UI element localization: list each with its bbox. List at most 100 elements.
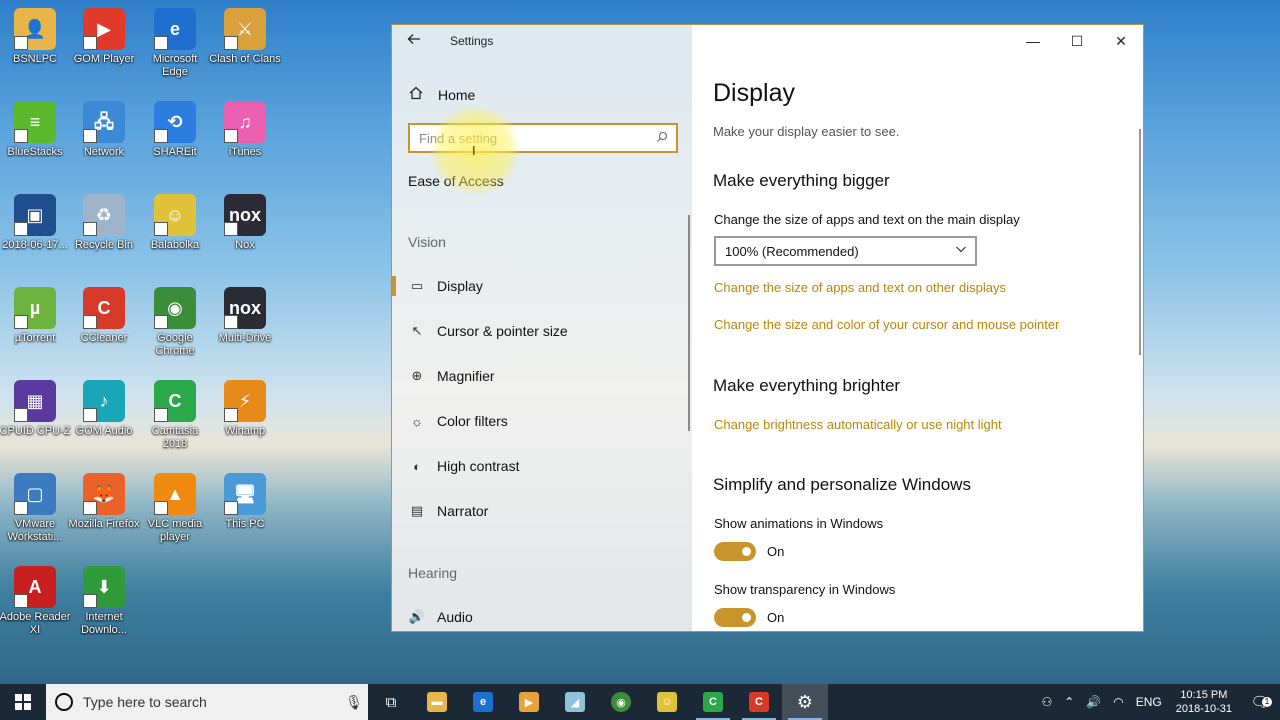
close-button[interactable]: ✕ — [1099, 25, 1143, 57]
desktop-icon-label: Adobe Reader XI — [0, 611, 71, 636]
taskbar-search-input[interactable] — [83, 694, 340, 710]
clock[interactable]: 10:15 PM 2018-10-31 — [1168, 688, 1240, 716]
desktop-icon[interactable]: ☺ Balabolka — [139, 194, 211, 252]
app-icon: e — [154, 8, 196, 50]
nav-item-color-filters[interactable]: ☼ Color filters — [392, 403, 692, 439]
desktop-icon-label: Mozilla Firefox — [68, 518, 140, 530]
language-indicator[interactable]: ENG — [1130, 695, 1168, 709]
chevron-down-icon — [955, 243, 967, 258]
system-tray: ⚇ ⌃ 🔊 ◠ ENG 10:15 PM 2018-10-31 🗨 1 — [1035, 684, 1280, 720]
desktop-icon-label: iTunes — [228, 146, 262, 158]
find-setting-search-box[interactable] — [408, 123, 678, 153]
search-icon[interactable] — [656, 131, 676, 146]
desktop-icon-label: Google Chrome — [155, 332, 195, 357]
volume-icon[interactable]: 🔊 — [1080, 695, 1107, 709]
app-icon: nox — [224, 194, 266, 236]
nav-item-display[interactable]: ▭ Display — [392, 268, 692, 304]
taskbar-camtasia[interactable]: C — [690, 684, 736, 720]
wifi-icon[interactable]: ◠ — [1107, 695, 1129, 709]
chevron-up-icon[interactable]: ⌃ — [1058, 695, 1080, 709]
desktop-icon[interactable]: ▶ GOM Player — [68, 8, 140, 66]
people-icon[interactable]: ⚇ — [1035, 695, 1058, 709]
taskbar-chrome[interactable]: ◉ — [598, 684, 644, 720]
animations-toggle-state: On — [767, 544, 785, 559]
window-controls: — ☐ ✕ — [1011, 25, 1143, 57]
action-center-button[interactable]: 🗨 1 — [1240, 693, 1280, 711]
brightness-night-light-link[interactable]: Change brightness automatically or use n… — [714, 417, 1002, 432]
desktop-icon[interactable]: ⚡ Winamp — [209, 380, 281, 438]
scale-dropdown[interactable]: 100% (Recommended) — [714, 236, 977, 266]
taskbar-balabolka[interactable]: ☺ — [644, 684, 690, 720]
cursor-size-color-link[interactable]: Change the size and color of your cursor… — [714, 317, 1059, 332]
desktop-icon[interactable]: C Camtasia 2018 — [139, 380, 211, 451]
desktop-icon[interactable]: ▦ CPUID CPU-Z — [0, 380, 71, 438]
desktop-icon[interactable]: 👤 BSNLPC — [0, 8, 71, 66]
gear-icon: ⚙ — [796, 691, 814, 712]
nav-scrollbar[interactable] — [688, 215, 690, 431]
home-nav-item[interactable]: Home — [408, 85, 475, 104]
nav-item-label: Audio — [437, 609, 473, 625]
desktop-icon[interactable]: ♻ Recycle Bin — [68, 194, 140, 252]
desktop-icon[interactable]: C CCleaner — [68, 287, 140, 345]
desktop-icon-label: GOM Audio — [75, 425, 133, 437]
microphone-icon[interactable]: 🎙 — [340, 694, 368, 711]
taskbar-search-box[interactable]: 🎙 — [46, 684, 368, 720]
transparency-toggle[interactable] — [714, 608, 756, 627]
desktop-icon[interactable]: ◉ Google Chrome — [139, 287, 211, 358]
desktop-icon[interactable]: e Microsoft Edge — [139, 8, 211, 79]
desktop-icon[interactable]: A Adobe Reader XI — [0, 566, 71, 637]
nav-item-label: High contrast — [437, 458, 520, 474]
desktop-icon[interactable]: ⟲ SHAREit — [139, 101, 211, 159]
other-displays-size-link[interactable]: Change the size of apps and text on othe… — [714, 280, 1006, 295]
display-icon: ▭ — [410, 278, 424, 293]
high-contrast-icon: ◐ — [413, 458, 421, 474]
narrator-icon: ▤ — [410, 503, 424, 518]
app-icon: 🦊 — [83, 473, 125, 515]
desktop-icon[interactable]: nox Multi-Drive — [209, 287, 281, 345]
animations-toggle[interactable] — [714, 542, 756, 561]
desktop-icon[interactable]: ≡ BlueStacks — [0, 101, 71, 159]
start-button[interactable] — [0, 684, 46, 720]
desktop-icon-label: BSNLPC — [12, 53, 58, 65]
animations-toggle-row: On — [714, 542, 784, 561]
cortana-icon — [55, 693, 73, 711]
taskbar-settings[interactable]: ⚙ — [782, 684, 828, 720]
nav-item-high-contrast[interactable]: ◐ High contrast — [392, 448, 692, 484]
desktop-icon[interactable]: 🦊 Mozilla Firefox — [68, 473, 140, 531]
taskbar-file-explorer[interactable]: ▬ — [414, 684, 460, 720]
desktop-icon[interactable]: ⬇ Internet Downlo... — [68, 566, 140, 637]
desktop-icon[interactable]: ▣ 2018-06-17... — [0, 194, 71, 252]
nav-item-magnifier[interactable]: ⊕ Magnifier — [392, 358, 692, 394]
show-animations-label: Show animations in Windows — [714, 516, 884, 531]
nav-item-narrator[interactable]: ▤ Narrator — [392, 493, 692, 529]
nav-item-cursor-pointer-size[interactable]: ↖ Cursor & pointer size — [392, 313, 692, 349]
taskbar-notes-app[interactable]: ◢ — [552, 684, 598, 720]
content-scrollbar[interactable] — [1139, 129, 1141, 355]
desktop-icon[interactable]: 🖥 This PC — [209, 473, 281, 531]
maximize-button[interactable]: ☐ — [1055, 25, 1099, 57]
nav-item-label: Cursor & pointer size — [437, 323, 568, 339]
nav-item-audio[interactable]: 🔊 Audio — [392, 599, 692, 631]
app-icon: µ — [14, 287, 56, 329]
scale-dropdown-value: 100% (Recommended) — [725, 243, 859, 259]
minimize-button[interactable]: — — [1011, 25, 1055, 57]
taskbar-edge[interactable]: e — [460, 684, 506, 720]
desktop-icon[interactable]: ⚔ Clash of Clans — [209, 8, 281, 66]
desktop-icon[interactable]: µ µTorrent — [0, 287, 71, 345]
taskbar-media-player[interactable]: ▶ — [506, 684, 552, 720]
back-button[interactable] — [406, 31, 426, 51]
app-icon: ♫ — [224, 101, 266, 143]
desktop-icon[interactable]: ▢ VMware Workstati... — [0, 473, 71, 544]
app-icon: A — [14, 566, 56, 608]
desktop-icon[interactable]: 🖧 Network — [68, 101, 140, 159]
find-setting-input[interactable] — [410, 125, 656, 151]
desktop-icon[interactable]: ▲ VLC media player — [139, 473, 211, 544]
transparency-toggle-row: On — [714, 608, 784, 627]
taskbar-camtasia-recorder[interactable]: C — [736, 684, 782, 720]
desktop-icon[interactable]: ♪ GOM Audio — [68, 380, 140, 438]
task-view-button[interactable]: ⧉ — [368, 684, 414, 720]
windows-logo-icon — [15, 694, 31, 710]
app-icon: ♪ — [83, 380, 125, 422]
desktop-icon[interactable]: nox Nox — [209, 194, 281, 252]
desktop-icon[interactable]: ♫ iTunes — [209, 101, 281, 159]
